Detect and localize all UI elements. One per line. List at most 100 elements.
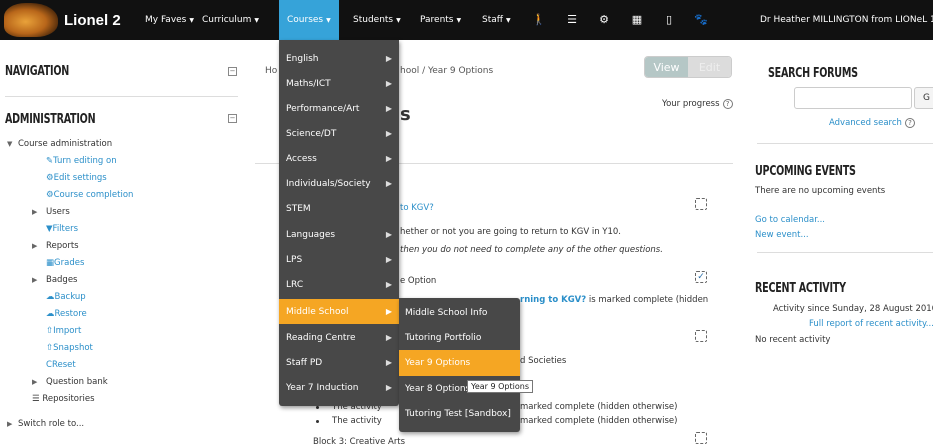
course-completion-link[interactable]: ⚙Course completion xyxy=(46,190,133,200)
submenu-item-middle-school-info[interactable]: Middle School Info xyxy=(399,300,520,326)
restore-link[interactable]: ☁Restore xyxy=(46,309,87,319)
bullet xyxy=(316,420,319,423)
activity-link[interactable]: to KGV? xyxy=(400,203,434,213)
no-recent-activity-text: No recent activity xyxy=(755,335,831,345)
filters-link[interactable]: ▼Filters xyxy=(46,224,78,234)
menu-item-individuals-society[interactable]: Individuals/Society ▶ xyxy=(279,171,399,196)
menu-item-languages[interactable]: Languages ▶ xyxy=(279,222,399,247)
restriction-item-rest: marked complete (hidden otherwise) xyxy=(520,402,678,412)
list-icon[interactable]: ☰ xyxy=(565,12,579,26)
completion-checkbox[interactable] xyxy=(695,330,707,342)
users-node[interactable]: Users xyxy=(46,207,70,217)
block-2-title: d Societies xyxy=(520,356,567,366)
block-3-title: Block 3: Creative Arts xyxy=(313,437,406,446)
menu-item-lrc[interactable]: LRC ▶ xyxy=(279,272,399,297)
view-edit-toggle[interactable]: View Edit xyxy=(644,56,732,78)
submenu-item-tutoring-test[interactable]: Tutoring Test [Sandbox] xyxy=(399,401,520,427)
upcoming-events-title: UPCOMING EVENTS xyxy=(755,164,856,179)
restriction-item: The activity xyxy=(332,416,382,426)
badges-node[interactable]: Badges xyxy=(46,275,78,285)
nav-parents[interactable]: Parents ▼ xyxy=(420,0,461,40)
divider xyxy=(757,252,933,253)
help-icon[interactable]: ? xyxy=(904,118,915,128)
collapsed-triangle-icon: ▶ xyxy=(32,242,38,250)
menu-item-english[interactable]: English ▶ xyxy=(279,46,399,71)
go-to-calendar-link[interactable]: Go to calendar... xyxy=(755,215,825,225)
activity-description: hether or not you are going to return to… xyxy=(400,227,621,237)
grades-link[interactable]: ▦Grades xyxy=(46,258,84,268)
completion-checkbox-checked[interactable]: ✓ xyxy=(695,271,707,283)
collapsed-triangle-icon: ▶ xyxy=(7,420,13,428)
menu-item-performance-art[interactable]: Performance/Art ▶ xyxy=(279,96,399,121)
help-icon[interactable]: ? xyxy=(722,99,733,109)
gear-icon[interactable]: ⚙ xyxy=(597,12,611,26)
menu-item-staff-pd[interactable]: Staff PD ▶ xyxy=(279,350,399,375)
search-forums-title: SEARCH FORUMS xyxy=(768,66,858,81)
figure-icon[interactable]: 🚶 xyxy=(532,12,546,26)
database-icon: ☰ xyxy=(32,394,43,404)
nav-courses[interactable]: Courses ▼ xyxy=(279,0,339,40)
activity-since-text: Activity since Sunday, 28 August 2016, xyxy=(773,304,933,314)
collapse-icon[interactable]: − xyxy=(228,114,237,123)
top-navbar: Lionel 2 My Faves ▼ Curriculum ▼ Courses ▼ … xyxy=(0,0,933,40)
menu-item-science-dt[interactable]: Science/DT ▶ xyxy=(279,121,399,146)
menu-item-maths-ict[interactable]: Maths/ICT ▶ xyxy=(279,71,399,96)
backup-link[interactable]: ☁Backup xyxy=(46,292,86,302)
completion-checkbox[interactable] xyxy=(695,432,707,444)
cog-icon: ⚙ xyxy=(46,173,54,183)
advanced-search-link[interactable]: Advanced search? xyxy=(829,118,915,128)
submenu-item-year-9-options[interactable]: Year 9 Options xyxy=(399,350,520,376)
menu-item-access[interactable]: Access ▶ xyxy=(279,146,399,171)
breadcrumb-home[interactable]: Ho xyxy=(265,66,277,76)
go-button[interactable]: G xyxy=(914,87,933,109)
user-menu[interactable]: Dr Heather MILLINGTON from LIONeL 1 ( xyxy=(760,0,933,40)
menu-item-reading-centre[interactable]: Reading Centre ▶ xyxy=(279,325,399,350)
course-administration[interactable]: Course administration xyxy=(18,139,112,149)
recent-activity-title: RECENT ACTIVITY xyxy=(755,281,846,296)
restriction-text: rning to KGV? is marked complete (hidden xyxy=(520,295,709,305)
menu-item-year-7-induction[interactable]: Year 7 Induction ▶ xyxy=(279,375,399,400)
submenu-item-tutoring-portfolio[interactable]: Tutoring Portfolio xyxy=(399,325,520,351)
turn-editing-on-link[interactable]: ✎Turn editing on xyxy=(46,156,117,166)
paw-icon[interactable]: 🐾 xyxy=(694,12,708,26)
activity-note: then you do not need to complete any of … xyxy=(400,245,663,255)
page-title: s xyxy=(400,104,411,125)
cog-icon: ⚙ xyxy=(46,190,54,200)
nav-curriculum[interactable]: Curriculum ▼ xyxy=(202,0,259,40)
edit-button[interactable]: Edit xyxy=(688,57,731,77)
snapshot-link[interactable]: ⇧Snapshot xyxy=(46,343,93,353)
nav-my-faves[interactable]: My Faves ▼ xyxy=(145,0,194,40)
grid-icon[interactable]: ▦ xyxy=(630,12,644,26)
collapsed-triangle-icon: ▶ xyxy=(32,208,38,216)
cloud-icon: ☁ xyxy=(46,292,55,302)
import-link[interactable]: ⇧Import xyxy=(46,326,81,336)
tablet-icon[interactable]: ▯ xyxy=(662,12,676,26)
tooltip: Year 9 Options xyxy=(467,380,533,393)
menu-item-lps[interactable]: LPS ▶ xyxy=(279,247,399,272)
menu-item-stem[interactable]: STEM xyxy=(279,196,399,221)
edit-settings-link[interactable]: ⚙Edit settings xyxy=(46,173,107,183)
new-event-link[interactable]: New event... xyxy=(755,230,809,240)
nav-staff[interactable]: Staff ▼ xyxy=(482,0,511,40)
middle-school-submenu: Middle School Info Tutoring Portfolio Ye… xyxy=(399,298,520,432)
completion-checkbox[interactable] xyxy=(695,198,707,210)
full-report-link[interactable]: Full report of recent activity... xyxy=(809,319,933,329)
site-name: Lionel 2 xyxy=(64,11,121,29)
reset-link[interactable]: CReset xyxy=(46,360,76,370)
site-logo[interactable]: Lionel 2 xyxy=(4,3,154,37)
search-input[interactable] xyxy=(794,87,912,109)
nav-students[interactable]: Students ▼ xyxy=(353,0,401,40)
question-bank-node[interactable]: Question bank xyxy=(46,377,108,387)
menu-item-middle-school[interactable]: Middle School ▶ xyxy=(279,299,399,324)
reports-node[interactable]: Reports xyxy=(46,241,79,251)
table-icon: ▦ xyxy=(46,258,55,268)
switch-role-node[interactable]: Switch role to... xyxy=(18,419,84,429)
collapse-icon[interactable]: − xyxy=(228,67,237,76)
expanded-triangle-icon: ▼ xyxy=(7,140,13,148)
view-button[interactable]: View xyxy=(645,57,688,77)
collapsed-triangle-icon: ▶ xyxy=(32,276,38,284)
repositories-node[interactable]: ☰ Repositories xyxy=(32,394,95,404)
no-events-text: There are no upcoming events xyxy=(755,186,886,196)
breadcrumb[interactable]: hool / Year 9 Options xyxy=(400,66,493,76)
option-label: e Option xyxy=(400,276,437,286)
